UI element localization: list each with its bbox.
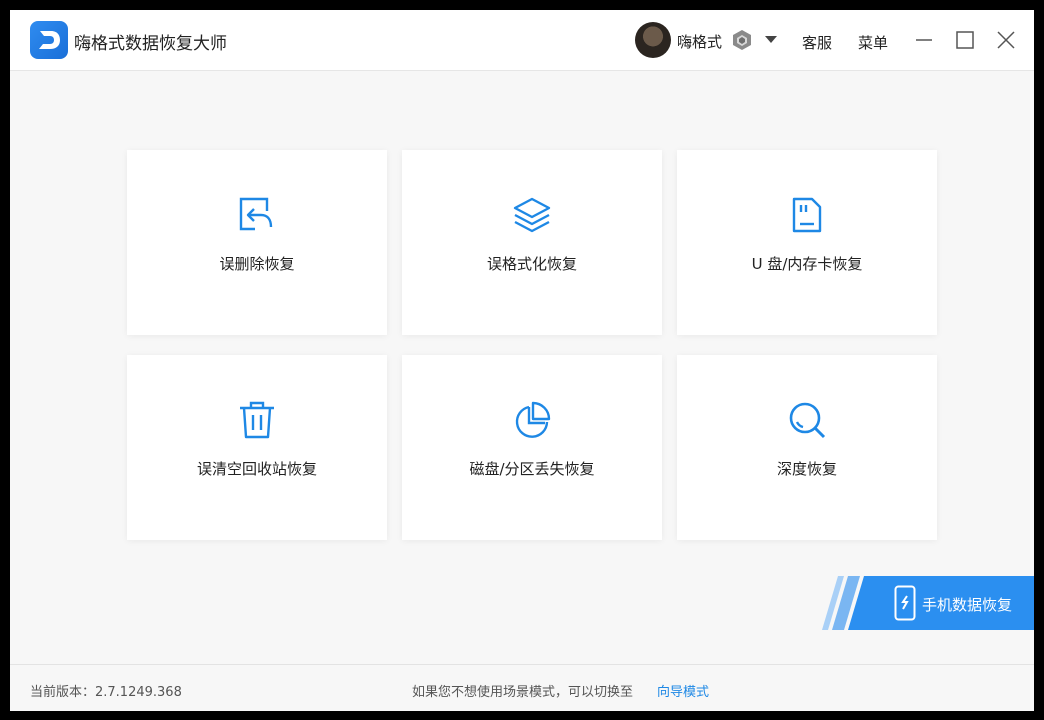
card-label: 深度恢复 (776, 460, 837, 478)
card-recycle-bin-recovery[interactable]: 误清空回收站恢复 (127, 355, 387, 540)
dropdown-arrow-icon[interactable] (765, 36, 777, 43)
vip-badge-icon (733, 30, 751, 50)
card-usb-sd-recovery[interactable]: U 盘/内存卡恢复 (677, 150, 937, 335)
minimize-button[interactable] (912, 28, 936, 52)
search-icon (789, 402, 826, 439)
card-deleted-recovery[interactable]: 误删除恢复 (127, 150, 387, 335)
avatar[interactable] (635, 22, 671, 58)
card-partition-recovery[interactable]: 磁盘/分区丢失恢复 (402, 355, 662, 540)
app-window: 嗨格式数据恢复大师 嗨格式 客服 菜单 误删除恢复 误格式化恢复 U 盘/内存卡… (10, 10, 1034, 711)
card-deep-recovery[interactable]: 深度恢复 (677, 355, 937, 540)
file-undo-icon (239, 197, 273, 231)
mode-hint-text: 如果您不想使用场景模式，可以切换至 (412, 685, 634, 700)
card-label: 误删除恢复 (219, 255, 295, 273)
logo-d-icon (39, 31, 60, 49)
card-label: 误清空回收站恢复 (196, 460, 317, 478)
close-button[interactable] (994, 28, 1018, 52)
customer-service-link[interactable]: 客服 (802, 32, 832, 53)
card-label: U 盘/内存卡恢复 (751, 255, 863, 273)
menu-link[interactable]: 菜单 (858, 32, 888, 53)
status-bar: 当前版本：2.7.1249.368 如果您不想使用场景模式，可以切换至 向导模式 (10, 664, 1034, 711)
version-text: 当前版本：2.7.1249.368 (30, 685, 182, 700)
maximize-button[interactable] (953, 28, 977, 52)
sd-card-icon (792, 197, 822, 233)
username[interactable]: 嗨格式 (677, 31, 722, 52)
pie-chart-icon (515, 401, 551, 438)
app-title: 嗨格式数据恢复大师 (74, 34, 227, 54)
card-format-recovery[interactable]: 误格式化恢复 (402, 150, 662, 335)
card-label: 误格式化恢复 (486, 255, 577, 273)
mobile-recovery-button[interactable]: 手机数据恢复 (822, 576, 1034, 630)
layers-icon (513, 197, 551, 233)
phone-icon (894, 585, 916, 621)
trash-icon (240, 401, 274, 439)
mobile-recovery-label: 手机数据恢复 (922, 596, 1013, 614)
title-bar: 嗨格式数据恢复大师 嗨格式 客服 菜单 (10, 10, 1034, 71)
guide-mode-link[interactable]: 向导模式 (657, 681, 709, 700)
card-label: 磁盘/分区丢失恢复 (469, 460, 595, 478)
app-logo (30, 21, 68, 59)
